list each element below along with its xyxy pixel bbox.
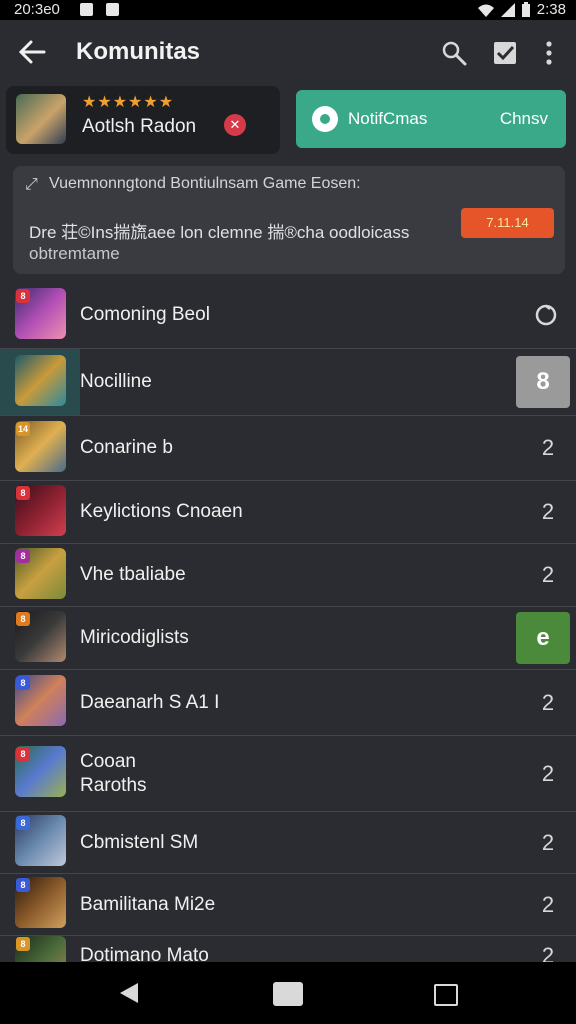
- notification-button[interactable]: NotifCmas Chnsv: [296, 90, 566, 148]
- chat-bubble-icon: [312, 106, 338, 132]
- list-item[interactable]: 8 Miricodiglists e: [0, 607, 576, 670]
- thumbnail-tag: 8: [16, 289, 30, 303]
- list-item[interactable]: 8 Comoning Beol: [0, 282, 576, 349]
- list-item-action-button[interactable]: 8: [516, 356, 570, 408]
- profile-card[interactable]: ★★★★★★ Aotlsh Radon ✕: [6, 86, 280, 154]
- avatar: [16, 94, 66, 144]
- app-bar: Komunitas: [0, 20, 576, 84]
- list-item-label: Cooan Raroths: [80, 751, 147, 796]
- list-item-label: Comoning Beol: [80, 304, 210, 325]
- shield-icon: [106, 3, 119, 16]
- list-item-action-button[interactable]: e: [516, 612, 570, 664]
- thumbnail-tag: 8: [16, 676, 30, 690]
- thumbnail-tag: 8: [16, 816, 30, 830]
- status-time-left: 20:3e0: [14, 1, 60, 18]
- list-item[interactable]: 8 Daeanarh S A1 I 2: [0, 670, 576, 736]
- chevron-icon[interactable]: 2: [538, 563, 558, 587]
- game-thumbnail: [15, 355, 66, 406]
- back-arrow-icon[interactable]: [18, 38, 46, 66]
- info-card-line-2: obtremtame: [29, 244, 120, 263]
- list-item[interactable]: 14 Conarine b 2: [0, 416, 576, 481]
- status-bar: 20:3e0 2:38: [0, 0, 576, 20]
- signal-icon: [500, 2, 515, 17]
- list-item-label: Vhe tbaliabe: [80, 564, 186, 585]
- thumbnail-tag: 8: [16, 878, 30, 892]
- close-badge-icon[interactable]: ✕: [224, 114, 246, 136]
- notification-label: NotifCmas: [348, 109, 428, 128]
- chevron-icon[interactable]: 2: [538, 691, 558, 715]
- thumbnail-tag: 8: [16, 486, 30, 500]
- chevron-icon[interactable]: 2: [538, 893, 558, 917]
- thumbnail-tag: 8: [16, 937, 30, 951]
- chevron-icon[interactable]: 2: [538, 500, 558, 524]
- list-item[interactable]: 8 Bamilitana Mi2e 2: [0, 874, 576, 936]
- list-item-label: Conarine b: [80, 437, 173, 458]
- chevron-icon[interactable]: 2: [538, 762, 558, 786]
- nav-home-icon[interactable]: [273, 982, 303, 1006]
- refresh-icon[interactable]: [534, 303, 558, 327]
- list-item[interactable]: 8 Keylictions Cnoaen 2: [0, 481, 576, 544]
- profile-name: Aotlsh Radon: [82, 116, 197, 137]
- info-card-heading: Vuemnonngtond Bontiulnsam Game Eosen:: [49, 175, 361, 192]
- battery-icon: [521, 1, 530, 17]
- thumbnail-tag: 8: [16, 747, 30, 761]
- more-vertical-icon[interactable]: [536, 40, 562, 66]
- list-item-label: Bamilitana Mi2e: [80, 894, 216, 915]
- nav-recents-icon[interactable]: [434, 984, 458, 1006]
- notification-action[interactable]: Chnsv: [500, 109, 548, 129]
- system-nav-bar: [0, 962, 576, 1024]
- list-item[interactable]: 8 Cooan Raroths 2: [0, 736, 576, 812]
- rating-stars: ★★★★★★: [82, 94, 175, 111]
- page-title: Komunitas: [76, 38, 201, 65]
- status-time-right: 2:38: [536, 1, 566, 18]
- info-card[interactable]: ⤢ Vuemnonngtond Bontiulnsam Game Eosen: …: [13, 166, 565, 274]
- list-item-label: Miricodiglists: [80, 627, 189, 648]
- nav-back-icon[interactable]: [120, 983, 138, 1003]
- thumbnail-tag: 14: [16, 422, 30, 436]
- link-icon: ⤢: [25, 176, 38, 193]
- info-card-line-1: Dre 荘©Ins揣旒aee lon clemne 揣®cha oodloica…: [29, 223, 410, 242]
- search-icon[interactable]: [441, 40, 467, 66]
- wifi-icon: [477, 4, 494, 17]
- chevron-icon[interactable]: 2: [538, 831, 558, 855]
- thumbnail-tag: 8: [16, 549, 30, 563]
- list-item-label: Nocilline: [80, 371, 152, 392]
- chevron-icon[interactable]: 2: [538, 436, 558, 460]
- version-badge[interactable]: 7.11.14: [461, 208, 554, 238]
- checkbox-icon[interactable]: [492, 40, 518, 66]
- list-item-label: Keylictions Cnoaen: [80, 501, 243, 522]
- list-item-label: Cbmistenl SM: [80, 832, 199, 853]
- list-item[interactable]: 8 Cbmistenl SM 2: [0, 812, 576, 874]
- list-item[interactable]: Nocilline 8: [0, 349, 576, 416]
- list-item[interactable]: 8 Vhe tbaliabe 2: [0, 544, 576, 607]
- mail-icon: [80, 3, 93, 16]
- thumbnail-tag: 8: [16, 612, 30, 626]
- community-list: 8 Comoning Beol Nocilline 8 14 Conarine b 2 8 Ke…: [0, 282, 576, 987]
- list-item-label: Daeanarh S A1 I: [80, 692, 220, 713]
